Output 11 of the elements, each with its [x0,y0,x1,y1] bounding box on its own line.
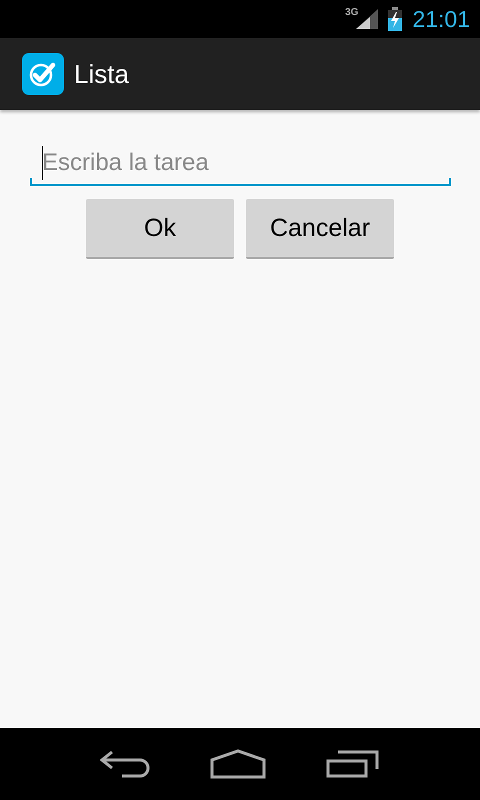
recent-apps-icon[interactable] [326,750,380,778]
clock-time: 21:01 [412,6,470,32]
action-button[interactable]: Cancelar [246,199,394,259]
battery-icon [388,7,402,31]
back-icon[interactable] [100,750,150,778]
app-check-icon[interactable] [22,53,64,95]
signal-icon [356,9,378,29]
action-button[interactable]: Ok [86,199,234,259]
app-title: Lista [74,58,129,90]
network-type: 3G [345,7,358,18]
home-icon[interactable] [210,749,266,779]
